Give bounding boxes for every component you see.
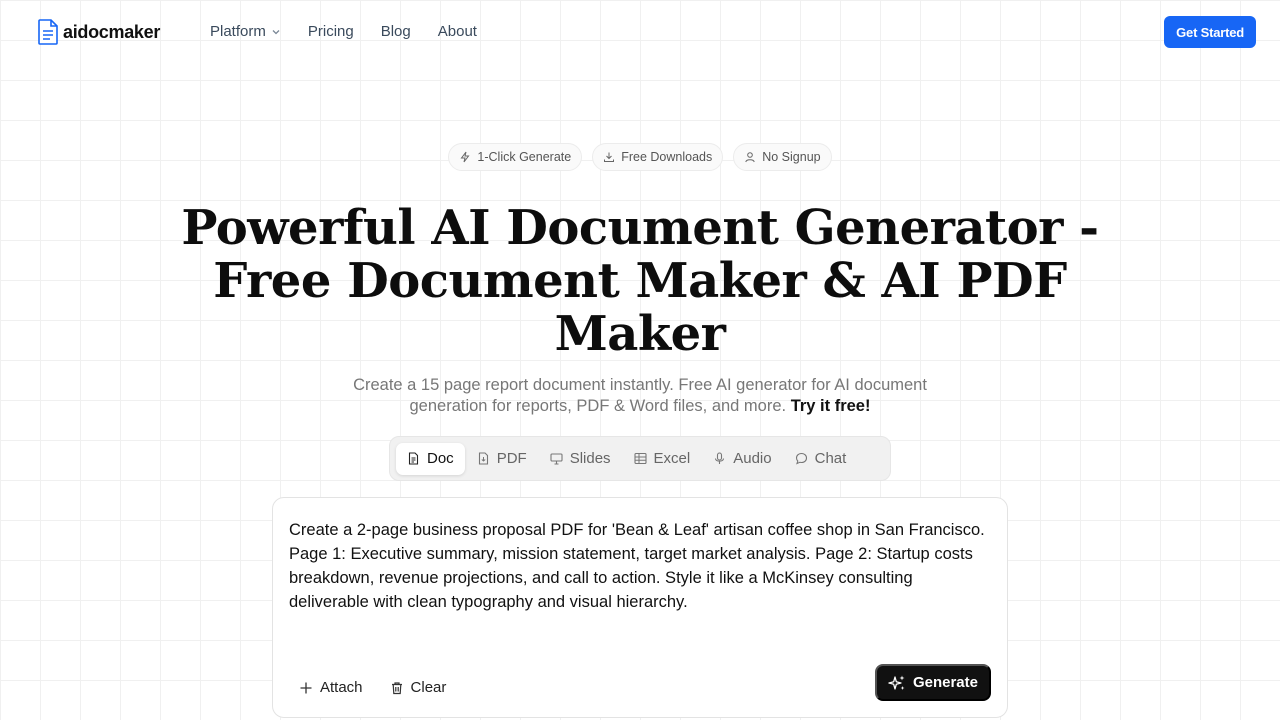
attach-button[interactable]: Attach <box>289 675 373 700</box>
site-header: aidocmaker Platform Pricing Blog About G… <box>0 0 1280 64</box>
nav-item-label: Platform <box>210 23 266 40</box>
tab-doc[interactable]: Doc <box>396 442 465 475</box>
logo[interactable]: aidocmaker <box>38 19 160 45</box>
generate-label: Generate <box>912 674 978 691</box>
prompt-input[interactable]: Create a 2-page business proposal PDF fo… <box>289 518 989 614</box>
badge-label: No Signup <box>762 150 821 164</box>
tab-pdf[interactable]: PDF <box>466 443 538 475</box>
clear-label: Clear <box>410 679 447 696</box>
presentation-icon <box>550 453 563 465</box>
badge-one-click-generate: 1-Click Generate <box>448 143 583 171</box>
tab-label: Audio <box>733 450 772 467</box>
tab-slides[interactable]: Slides <box>539 443 622 475</box>
attach-label: Attach <box>320 679 363 696</box>
logo-text: aidocmaker <box>63 21 161 42</box>
output-type-tabs: Doc PDF Slides Excel Audio Chat <box>389 436 891 481</box>
document-icon <box>408 452 419 465</box>
tab-label: Excel <box>653 450 691 467</box>
microphone-icon <box>715 452 725 464</box>
main-nav: Platform Pricing Blog About <box>210 23 504 40</box>
page-title: Powerful AI Document Generator - Free Do… <box>0 202 1280 361</box>
nav-item-platform[interactable]: Platform <box>210 23 281 40</box>
pdf-icon <box>478 452 488 465</box>
get-started-button[interactable]: Get Started <box>1164 16 1256 48</box>
badge-label: 1-Click Generate <box>477 150 572 164</box>
plus-icon <box>300 682 312 693</box>
title-line: Maker <box>554 306 726 362</box>
clear-button[interactable]: Clear <box>380 675 457 700</box>
chevron-down-icon <box>272 29 280 34</box>
download-icon <box>604 152 615 162</box>
lightning-icon <box>460 151 470 163</box>
nav-item-pricing[interactable]: Pricing <box>308 23 354 40</box>
tab-label: Slides <box>569 450 611 467</box>
chat-bubble-icon <box>795 452 807 465</box>
user-icon <box>745 152 755 163</box>
feature-badges: 1-Click Generate Free Downloads No Signu… <box>0 143 1280 171</box>
prompt-actions: Attach Clear <box>289 675 477 700</box>
tab-audio[interactable]: Audio <box>702 443 782 475</box>
tab-label: Chat <box>814 450 847 467</box>
prompt-box: Create a 2-page business proposal PDF fo… <box>272 497 1008 718</box>
nav-item-about[interactable]: About <box>438 23 477 40</box>
title-line: Free Document Maker & AI PDF <box>213 253 1067 309</box>
nav-item-blog[interactable]: Blog <box>381 23 411 40</box>
sparkles-icon <box>888 675 905 690</box>
page-subtitle: Create a 15 page report document instant… <box>320 375 960 417</box>
tab-chat[interactable]: Chat <box>784 443 858 475</box>
tab-label: Doc <box>427 450 454 467</box>
table-icon <box>633 452 647 465</box>
tab-excel[interactable]: Excel <box>623 443 702 475</box>
badge-no-signup: No Signup <box>733 143 832 171</box>
badge-free-downloads: Free Downloads <box>592 143 724 171</box>
title-line: Powerful AI Document Generator - <box>181 200 1099 256</box>
badge-label: Free Downloads <box>621 150 713 164</box>
generate-button[interactable]: Generate <box>874 664 991 701</box>
trash-icon <box>391 681 402 694</box>
try-it-free-link[interactable]: Try it free! <box>791 397 871 415</box>
tab-label: PDF <box>496 450 527 467</box>
document-logo-icon <box>38 19 58 45</box>
